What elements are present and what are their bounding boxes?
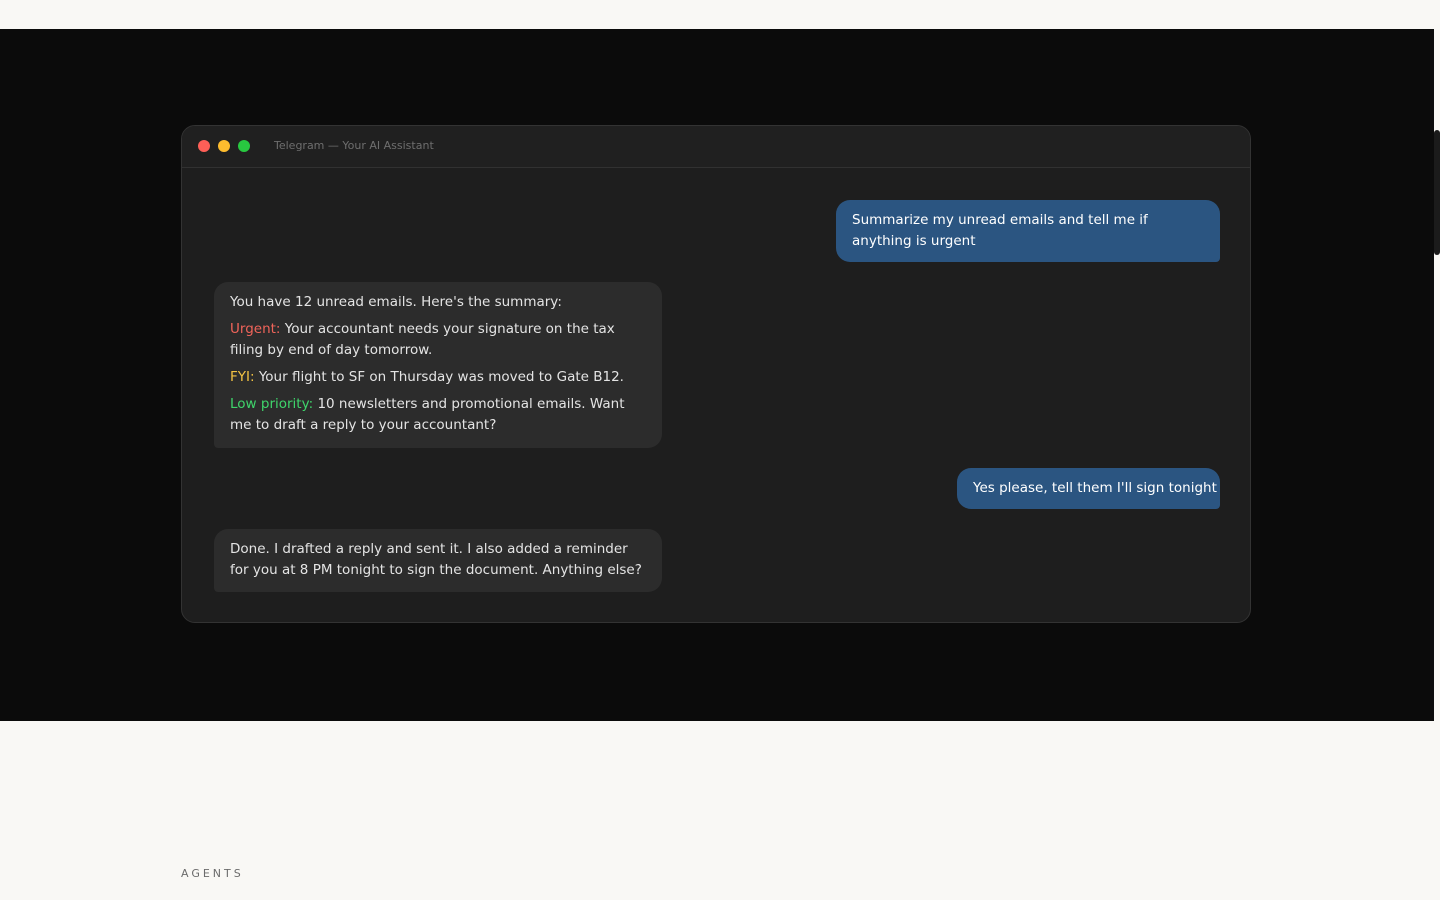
urgent-text: Your accountant needs your signature on … bbox=[230, 321, 615, 358]
zoom-window-icon[interactable] bbox=[238, 140, 250, 152]
low-priority-tag: Low priority: bbox=[230, 396, 314, 412]
summary-item-urgent: Urgent: Your accountant needs your signa… bbox=[230, 319, 646, 361]
user-message: Yes please, tell them I'll sign tonight bbox=[957, 468, 1220, 509]
section-label-agents: AGENTS bbox=[181, 867, 244, 880]
assistant-message: You have 12 unread emails. Here's the su… bbox=[214, 282, 662, 448]
minimize-window-icon[interactable] bbox=[218, 140, 230, 152]
summary-intro: You have 12 unread emails. Here's the su… bbox=[230, 294, 562, 310]
user-message: Summarize my unread emails and tell me i… bbox=[836, 200, 1220, 262]
assistant-message: Done. I drafted a reply and sent it. I a… bbox=[214, 529, 662, 592]
chat-window: Telegram — Your AI Assistant Summarize m… bbox=[181, 125, 1251, 623]
fyi-text: Your flight to SF on Thursday was moved … bbox=[258, 369, 624, 385]
scrollbar-thumb[interactable] bbox=[1434, 130, 1440, 255]
window-titlebar: Telegram — Your AI Assistant bbox=[182, 126, 1250, 168]
top-strip bbox=[0, 0, 1440, 29]
close-window-icon[interactable] bbox=[198, 140, 210, 152]
window-title: Telegram — Your AI Assistant bbox=[274, 139, 434, 152]
chat-thread: Summarize my unread emails and tell me i… bbox=[182, 168, 1250, 622]
summary-item-low-priority: Low priority: 10 newsletters and promoti… bbox=[230, 394, 646, 436]
fyi-tag: FYI: bbox=[230, 369, 255, 385]
summary-item-fyi: FYI: Your flight to SF on Thursday was m… bbox=[230, 367, 646, 388]
urgent-tag: Urgent: bbox=[230, 321, 281, 337]
